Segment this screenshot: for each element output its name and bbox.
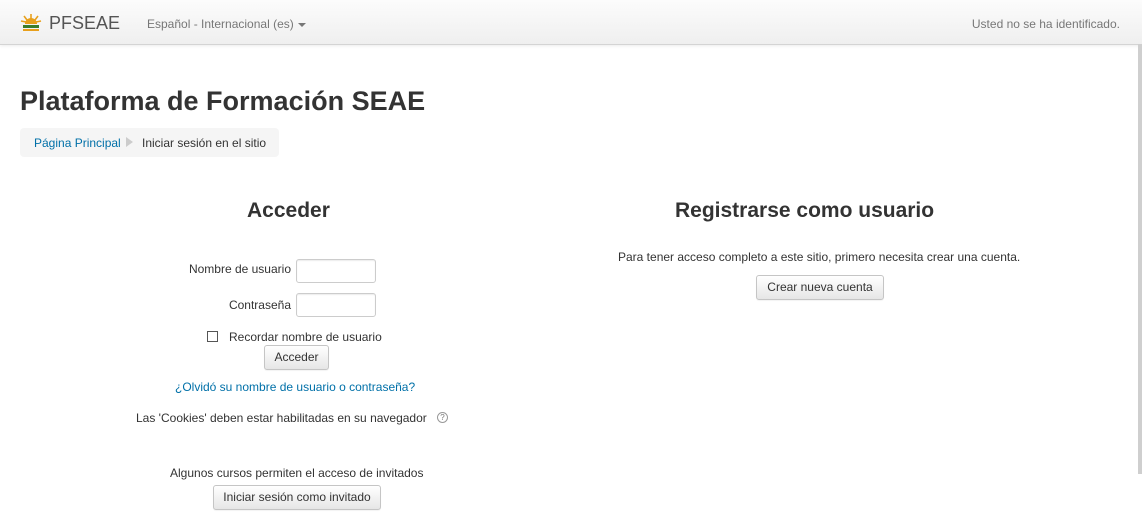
breadcrumb: Página Principal Iniciar sesión en el si… (20, 128, 279, 157)
password-label: Contraseña (228, 298, 291, 312)
site-name-link[interactable]: PFSEAE (49, 13, 120, 34)
username-input[interactable] (296, 259, 376, 283)
create-account-button[interactable]: Crear nueva cuenta (756, 275, 884, 300)
page-title: Plataforma de Formación SEAE (20, 86, 426, 116)
cookies-notice: Las 'Cookies' deben estar habilitadas en… (136, 411, 427, 425)
breadcrumb-home-link[interactable]: Página Principal (34, 136, 121, 150)
question-circle-icon[interactable]: ? (437, 412, 448, 423)
forgot-password-link[interactable]: ¿Olvidó su nombre de usuario o contraseñ… (175, 380, 415, 394)
signup-description: Para tener acceso completo a este sitio,… (618, 250, 1021, 264)
remember-username-checkbox[interactable] (207, 331, 218, 342)
page-scrollbar[interactable] (1138, 44, 1142, 474)
breadcrumb-separator-icon (126, 137, 133, 147)
guest-access-notice: Algunos cursos permiten el acceso de inv… (170, 466, 424, 480)
guest-login-button[interactable]: Iniciar sesión como invitado (213, 485, 381, 510)
login-status-text: Usted no se ha identificado. (971, 17, 1120, 31)
language-label: Español - Internacional (es) (147, 17, 294, 31)
breadcrumb-current: Iniciar sesión en el sitio (142, 136, 267, 150)
chevron-down-icon (297, 22, 306, 27)
site-logo-icon[interactable] (20, 12, 42, 34)
username-label: Nombre de usuario (188, 262, 291, 276)
login-heading: Acceder (247, 199, 330, 222)
top-navbar: PFSEAE Español - Internacional (es) Uste… (0, 0, 1142, 45)
password-input[interactable] (296, 293, 376, 317)
remember-username-label: Recordar nombre de usuario (229, 330, 382, 344)
login-button[interactable]: Acceder (264, 345, 329, 370)
language-menu[interactable]: Español - Internacional (es) (147, 17, 306, 31)
signup-heading: Registrarse como usuario (675, 199, 935, 222)
